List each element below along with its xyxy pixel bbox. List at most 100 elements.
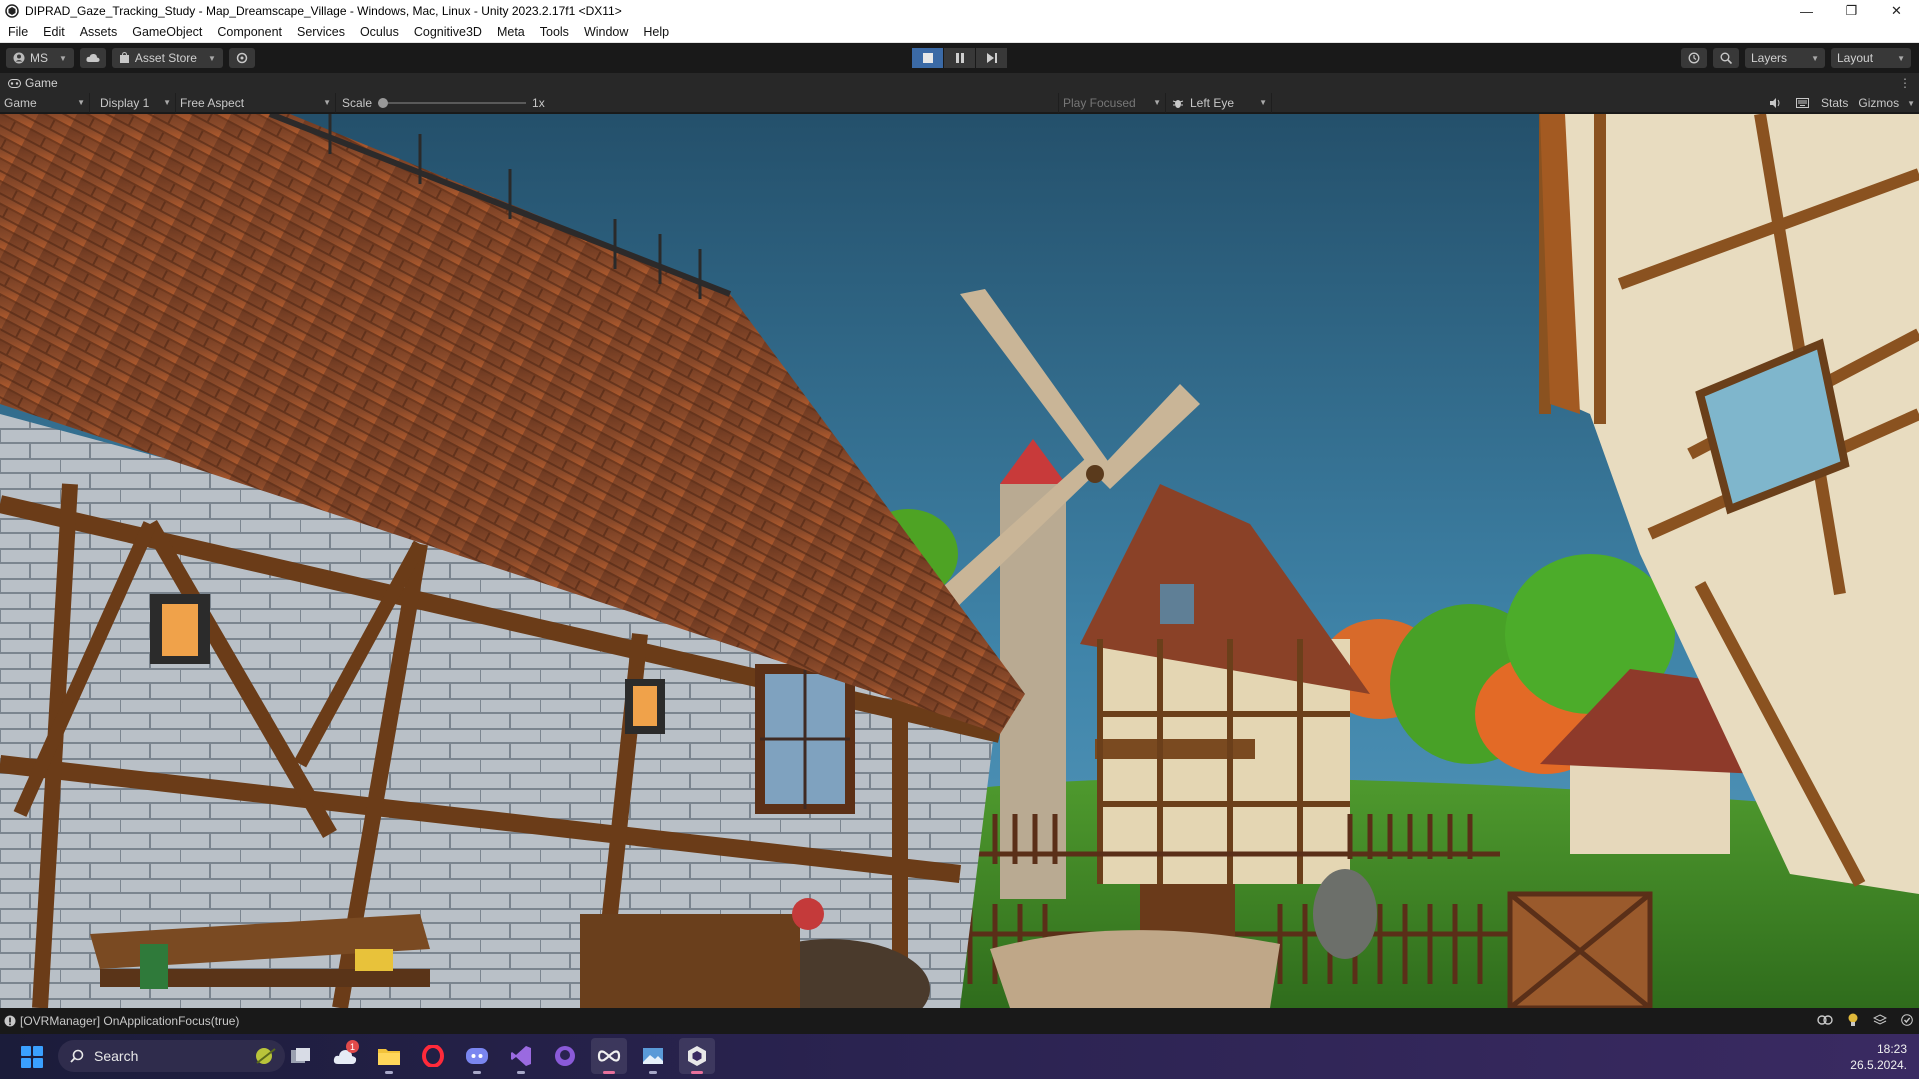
chevron-down-icon: ▼: [1153, 98, 1161, 107]
stats-button[interactable]: Stats: [1815, 96, 1854, 110]
layout-dropdown[interactable]: Layout ▼: [1831, 48, 1911, 68]
console-status-bar[interactable]: [OVRManager] OnApplicationFocus(true): [0, 1008, 1919, 1034]
console-message[interactable]: [OVRManager] OnApplicationFocus(true): [4, 1014, 239, 1028]
running-indicator: [385, 1071, 393, 1074]
search-highlight-icon: [256, 1048, 276, 1064]
check-circle-icon[interactable]: [1901, 1013, 1913, 1029]
unity-logo-icon: [5, 4, 19, 18]
taskbar-search-box[interactable]: Search: [58, 1040, 285, 1072]
visual-studio-button[interactable]: [503, 1038, 539, 1074]
menu-gameobject[interactable]: GameObject: [124, 25, 209, 39]
menu-assets[interactable]: Assets: [72, 25, 125, 39]
menu-tools[interactable]: Tools: [532, 25, 576, 39]
step-button[interactable]: [976, 48, 1007, 68]
task-view-icon: [291, 1048, 310, 1063]
system-clock[interactable]: 18:23 26.5.2024.: [1850, 1041, 1907, 1073]
eye-label: Left Eye: [1190, 95, 1235, 110]
opera-browser-button[interactable]: [415, 1038, 451, 1074]
game-tab-header: Game ⋮: [0, 73, 1919, 93]
unity-app-button[interactable]: [679, 1038, 715, 1074]
play-button[interactable]: [912, 48, 943, 68]
unity-editor-window: DIPRAD_Gaze_Tracking_Study - Map_Dreamsc…: [0, 0, 1919, 1079]
task-view-button[interactable]: [283, 1038, 319, 1074]
audio-mute-button[interactable]: [1763, 98, 1789, 108]
scale-slider-thumb[interactable]: [378, 97, 389, 108]
start-button[interactable]: [17, 1042, 47, 1072]
status-icons: [1817, 1013, 1913, 1030]
asset-store-dropdown[interactable]: Asset Store ▼: [111, 48, 223, 68]
discord-icon: [466, 1048, 488, 1064]
game-view-viewport[interactable]: [0, 114, 1919, 1008]
layers-dropdown[interactable]: Layers ▼: [1745, 48, 1825, 68]
menu-meta[interactable]: Meta: [489, 25, 532, 39]
file-explorer-button[interactable]: [371, 1038, 407, 1074]
console-message-text: [OVRManager] OnApplicationFocus(true): [20, 1014, 240, 1028]
menu-cognitive3d[interactable]: Cognitive3D: [406, 25, 489, 39]
play-focus-dropdown[interactable]: Play Focused ▼: [1058, 92, 1166, 113]
menu-bar: File Edit Assets GameObject Component Se…: [0, 22, 1919, 43]
bug-icon: [1172, 99, 1184, 108]
account-label: MS: [30, 51, 48, 65]
weather-badge: 1: [346, 1040, 359, 1053]
menu-help[interactable]: Help: [635, 25, 676, 39]
pause-button[interactable]: [944, 48, 975, 68]
tab-game[interactable]: Game: [0, 73, 66, 93]
title-bar: DIPRAD_Gaze_Tracking_Study - Map_Dreamsc…: [0, 0, 1919, 22]
menu-window[interactable]: Window: [576, 25, 635, 39]
collab-button[interactable]: [228, 48, 255, 68]
photos-button[interactable]: [635, 1038, 671, 1074]
link-status-icon[interactable]: [1817, 1014, 1833, 1029]
display-dropdown[interactable]: Display 1 ▼: [90, 92, 176, 113]
village-scene: [0, 114, 1919, 1008]
scale-label: Scale: [342, 95, 373, 110]
aspect-label: Free Aspect: [180, 95, 245, 110]
running-indicator: [649, 1071, 657, 1074]
menu-oculus[interactable]: Oculus: [352, 25, 406, 39]
layers-label: Layers: [1751, 51, 1788, 65]
running-indicator: [603, 1071, 615, 1074]
lightbulb-icon[interactable]: [1847, 1013, 1859, 1030]
view-mode-dropdown[interactable]: Game ▼: [0, 92, 90, 113]
layers-stack-icon[interactable]: [1872, 1013, 1888, 1029]
playmode-controls: [912, 48, 1007, 68]
eye-dropdown[interactable]: Left Eye ▼: [1168, 92, 1272, 113]
close-button[interactable]: ✕: [1874, 0, 1919, 22]
windows-taskbar: Search 1 18:23 26.5.2024.: [0, 1034, 1919, 1079]
cloud-button[interactable]: [79, 48, 106, 68]
search-icon: [70, 1049, 84, 1063]
window-title: DIPRAD_Gaze_Tracking_Study - Map_Dreamsc…: [25, 4, 622, 18]
weather-widget-button[interactable]: 1: [327, 1038, 363, 1074]
chevron-down-icon: ▼: [1259, 98, 1267, 107]
keyboard-icon: [1795, 98, 1809, 108]
pause-icon: [955, 53, 964, 63]
menu-services[interactable]: Services: [289, 25, 352, 39]
chevron-down-icon: ▼: [163, 98, 171, 107]
menu-file[interactable]: File: [0, 25, 35, 39]
shortcuts-button[interactable]: [1789, 98, 1815, 108]
game-view-right-tools: Stats Gizmos ▼: [1763, 93, 1919, 113]
menu-component[interactable]: Component: [209, 25, 289, 39]
meta-quest-link-button[interactable]: [591, 1038, 627, 1074]
search-button[interactable]: [1713, 48, 1739, 68]
aspect-dropdown[interactable]: Free Aspect ▼: [176, 92, 336, 113]
chevron-down-icon: ▼: [1897, 53, 1905, 63]
menu-edit[interactable]: Edit: [35, 25, 72, 39]
gizmos-button[interactable]: Gizmos: [1854, 96, 1903, 110]
chevron-down-icon: ▼: [323, 98, 331, 107]
account-dropdown[interactable]: MS ▼: [6, 48, 74, 68]
visual-studio-icon: [511, 1046, 531, 1066]
more-options-icon[interactable]: ⋮: [1899, 76, 1911, 90]
view-mode-label: Game: [4, 95, 37, 110]
chevron-down-icon[interactable]: ▼: [1907, 99, 1915, 108]
discord-button[interactable]: [459, 1038, 495, 1074]
info-icon: [4, 1015, 16, 1027]
minimize-button[interactable]: —: [1784, 0, 1829, 22]
maximize-button[interactable]: ❐: [1829, 0, 1874, 22]
gamepad-icon: [8, 78, 21, 88]
undo-history-button[interactable]: [1681, 48, 1707, 68]
opera-icon: [422, 1045, 444, 1067]
scale-slider[interactable]: [378, 93, 527, 113]
github-desktop-button[interactable]: [547, 1038, 583, 1074]
asset-store-label: Asset Store: [134, 51, 197, 65]
speaker-icon: [1770, 98, 1780, 108]
